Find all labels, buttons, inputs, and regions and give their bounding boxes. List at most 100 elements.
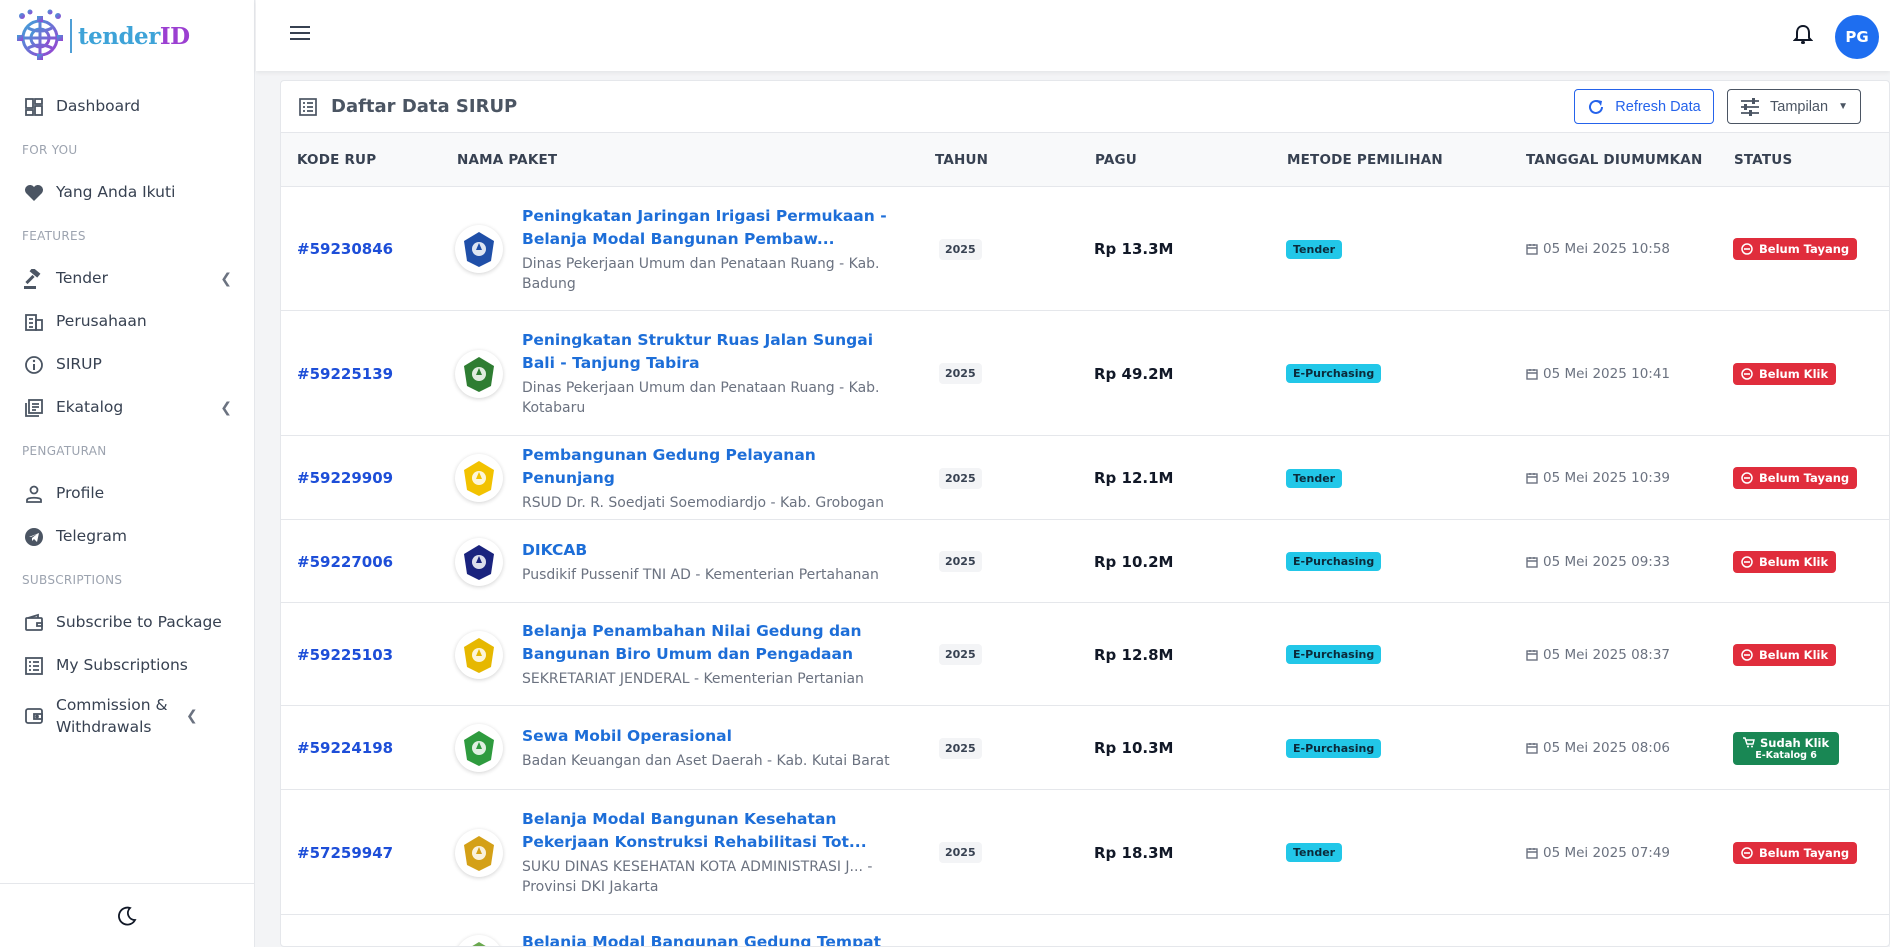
package-name-link[interactable]: Belanja Modal Bangunan Gedung Tempat bbox=[522, 931, 881, 946]
metode-cell: Tender bbox=[1286, 436, 1343, 520]
cart-icon bbox=[1743, 737, 1755, 748]
refresh-data-button[interactable]: Refresh Data bbox=[1574, 89, 1714, 124]
table-row[interactable]: #59224198 Sewa Mobil Operasional Badan Keu… bbox=[281, 706, 1889, 790]
table-row[interactable]: #59229909 Pembangunan Gedung Pelayanan Pe… bbox=[281, 436, 1889, 520]
agency-logo-icon bbox=[455, 537, 503, 586]
chevron-left-icon: ❮ bbox=[186, 708, 198, 724]
status-text: Belum Klik bbox=[1759, 554, 1829, 569]
sidebar-item-my-subscriptions[interactable]: My Subscriptions bbox=[0, 644, 254, 687]
status-badge: Belum Klik bbox=[1733, 643, 1837, 666]
package-name-link[interactable]: DIKCAB bbox=[522, 539, 587, 562]
tanggal-cell: 05 Mei 2025 08:06 bbox=[1526, 706, 1670, 790]
sidebar-item-perusahaan[interactable]: Perusahaan bbox=[0, 300, 254, 343]
heart-icon bbox=[22, 181, 46, 205]
calendar-icon bbox=[1526, 556, 1538, 568]
pagu-value: Rp 12.8M bbox=[1094, 645, 1174, 664]
sidebar-item-yang-anda-ikuti[interactable]: Yang Anda Ikuti bbox=[0, 171, 254, 214]
kode-rup-link[interactable]: #59229909 bbox=[297, 436, 393, 520]
package-cell: Pembangunan Gedung Pelayanan Penunjang RS… bbox=[522, 436, 902, 520]
metode-badge: Tender bbox=[1286, 468, 1343, 488]
kode-rup-link[interactable]: #59227006 bbox=[297, 520, 393, 603]
col-status[interactable]: STATUS bbox=[1734, 152, 1792, 168]
sliders-icon bbox=[1740, 97, 1760, 116]
kode-rup-link[interactable]: #59225103 bbox=[297, 603, 393, 706]
kode-rup-link[interactable]: #57259947 bbox=[297, 790, 393, 915]
status-badge: Belum Tayang bbox=[1733, 238, 1858, 260]
calendar-icon bbox=[1526, 244, 1538, 255]
table-row[interactable]: #59230846 Peningkatan Jaringan Irigasi Pe… bbox=[281, 187, 1889, 311]
minus-circle-icon bbox=[1741, 648, 1753, 661]
year-badge: 2025 bbox=[939, 551, 982, 572]
status-badge: Sudah Klik E-Katalog 6 bbox=[1733, 731, 1840, 765]
list-table-icon bbox=[299, 97, 317, 116]
sidebar-item-telegram[interactable]: Telegram bbox=[0, 515, 254, 558]
status-badge: Belum Klik bbox=[1733, 362, 1837, 385]
status-text: Belum Klik bbox=[1759, 366, 1829, 381]
col-tanggal-diumumkan[interactable]: TANGGAL DIUMUMKAN bbox=[1526, 152, 1702, 168]
sidebar-item-label: Tender bbox=[56, 269, 108, 288]
sidebar-item-ekatalog[interactable]: Ekatalog ❮ bbox=[0, 386, 254, 429]
sidebar-item-profile[interactable]: Profile bbox=[0, 472, 254, 515]
status-cell: Belum Tayang bbox=[1733, 790, 1858, 915]
package-agency: Dinas Pekerjaan Umum dan Penataan Ruang … bbox=[522, 380, 880, 416]
table-row[interactable]: #59225103 Belanja Penambahan Nilai Gedung… bbox=[281, 603, 1889, 706]
sidebar-item-label: Commission & Withdrawals bbox=[56, 695, 168, 736]
col-pagu[interactable]: PAGU bbox=[1095, 152, 1137, 168]
table-row[interactable]: #57259947 Belanja Modal Bangunan Kesehata… bbox=[281, 790, 1889, 915]
package-name-link[interactable]: Peningkatan Struktur Ruas Jalan Sungai B… bbox=[522, 329, 902, 375]
brand-name: tenderID bbox=[78, 23, 190, 50]
kode-rup-link[interactable]: #59225139 bbox=[297, 311, 393, 436]
sidebar-item-label: Perusahaan bbox=[56, 312, 147, 331]
sidebar-item-label: Subscribe to Package bbox=[56, 613, 222, 632]
package-name-link[interactable]: Belanja Modal Bangunan Kesehatan Pekerja… bbox=[522, 808, 902, 854]
package-agency: Dinas Pekerjaan Umum dan Penataan Ruang … bbox=[522, 255, 880, 292]
metode-badge: Tender bbox=[1286, 239, 1343, 259]
status-cell: Belum Klik bbox=[1733, 311, 1837, 436]
sidebar-item-commission-withdrawals[interactable]: Commission & Withdrawals ❮ bbox=[0, 687, 254, 745]
package-cell: DIKCAB Pusdikif Pussenif TNI AD - Kemente… bbox=[522, 520, 902, 603]
tahun-cell: 2025 bbox=[939, 187, 982, 311]
user-avatar[interactable]: PG bbox=[1835, 15, 1879, 59]
sidebar-item-dashboard[interactable]: Dashboard bbox=[0, 85, 254, 128]
col-nama-paket[interactable]: NAMA PAKET bbox=[457, 152, 557, 168]
sidebar: tenderID Dashboard FOR YOU Yang Anda Iku… bbox=[0, 0, 255, 947]
package-name-link[interactable]: Peningkatan Jaringan Irigasi Permukaan -… bbox=[522, 205, 902, 251]
tampilan-dropdown-button[interactable]: Tampilan ▼ bbox=[1727, 89, 1861, 124]
minus-circle-icon bbox=[1741, 472, 1753, 484]
package-name-link[interactable]: Belanja Penambahan Nilai Gedung dan Bang… bbox=[522, 620, 902, 666]
agency-logo-icon bbox=[455, 828, 503, 877]
sidebar-item-tender[interactable]: Tender ❮ bbox=[0, 257, 254, 300]
refresh-data-label: Refresh Data bbox=[1615, 98, 1701, 115]
dark-mode-moon-icon[interactable] bbox=[116, 905, 138, 927]
table-row[interactable]: #59225139 Peningkatan Struktur Ruas Jalan… bbox=[281, 311, 1889, 436]
status-cell: Belum Klik bbox=[1733, 520, 1837, 603]
brand[interactable]: tenderID bbox=[0, 0, 254, 72]
agency-logo-icon bbox=[455, 630, 503, 679]
minus-circle-icon bbox=[1741, 243, 1753, 255]
package-cell: Belanja Penambahan Nilai Gedung dan Bang… bbox=[522, 603, 902, 706]
metode-cell: Tender bbox=[1286, 187, 1343, 311]
sidebar-footer bbox=[0, 883, 254, 947]
refresh-icon bbox=[1587, 98, 1605, 116]
wallet-icon bbox=[22, 611, 46, 635]
kode-rup-link[interactable]: #59230846 bbox=[297, 187, 393, 311]
col-tahun[interactable]: TAHUN bbox=[935, 152, 988, 168]
metode-cell: Tender bbox=[1286, 790, 1343, 915]
package-name-link[interactable]: Pembangunan Gedung Pelayanan Penunjang bbox=[522, 444, 902, 490]
col-metode-pemilihan[interactable]: METODE PEMILIHAN bbox=[1287, 152, 1443, 168]
dashboard-icon bbox=[22, 95, 46, 119]
bell-notification-icon[interactable] bbox=[1792, 24, 1814, 50]
year-badge: 2025 bbox=[939, 363, 982, 384]
sidebar-item-sirup[interactable]: SIRUP bbox=[0, 343, 254, 386]
metode-badge: E-Purchasing bbox=[1286, 552, 1382, 571]
year-badge: 2025 bbox=[939, 842, 982, 863]
page-title: Daftar Data SIRUP bbox=[331, 96, 518, 117]
table-row[interactable]: #59227006 DIKCAB Pusdikif Pussenif TNI AD … bbox=[281, 520, 1889, 603]
kode-rup-link[interactable]: #59224198 bbox=[297, 706, 393, 790]
sidebar-item-subscribe-to-package[interactable]: Subscribe to Package bbox=[0, 601, 254, 644]
col-kode-rup[interactable]: KODE RUP bbox=[297, 152, 376, 168]
package-name-link[interactable]: Sewa Mobil Operasional bbox=[522, 725, 732, 748]
table-header: KODE RUP NAMA PAKET TAHUN PAGU METODE PE… bbox=[281, 133, 1889, 187]
hamburger-menu-icon[interactable] bbox=[290, 25, 310, 45]
table-row[interactable]: Belanja Modal Bangunan Gedung Tempat bbox=[281, 915, 1889, 946]
